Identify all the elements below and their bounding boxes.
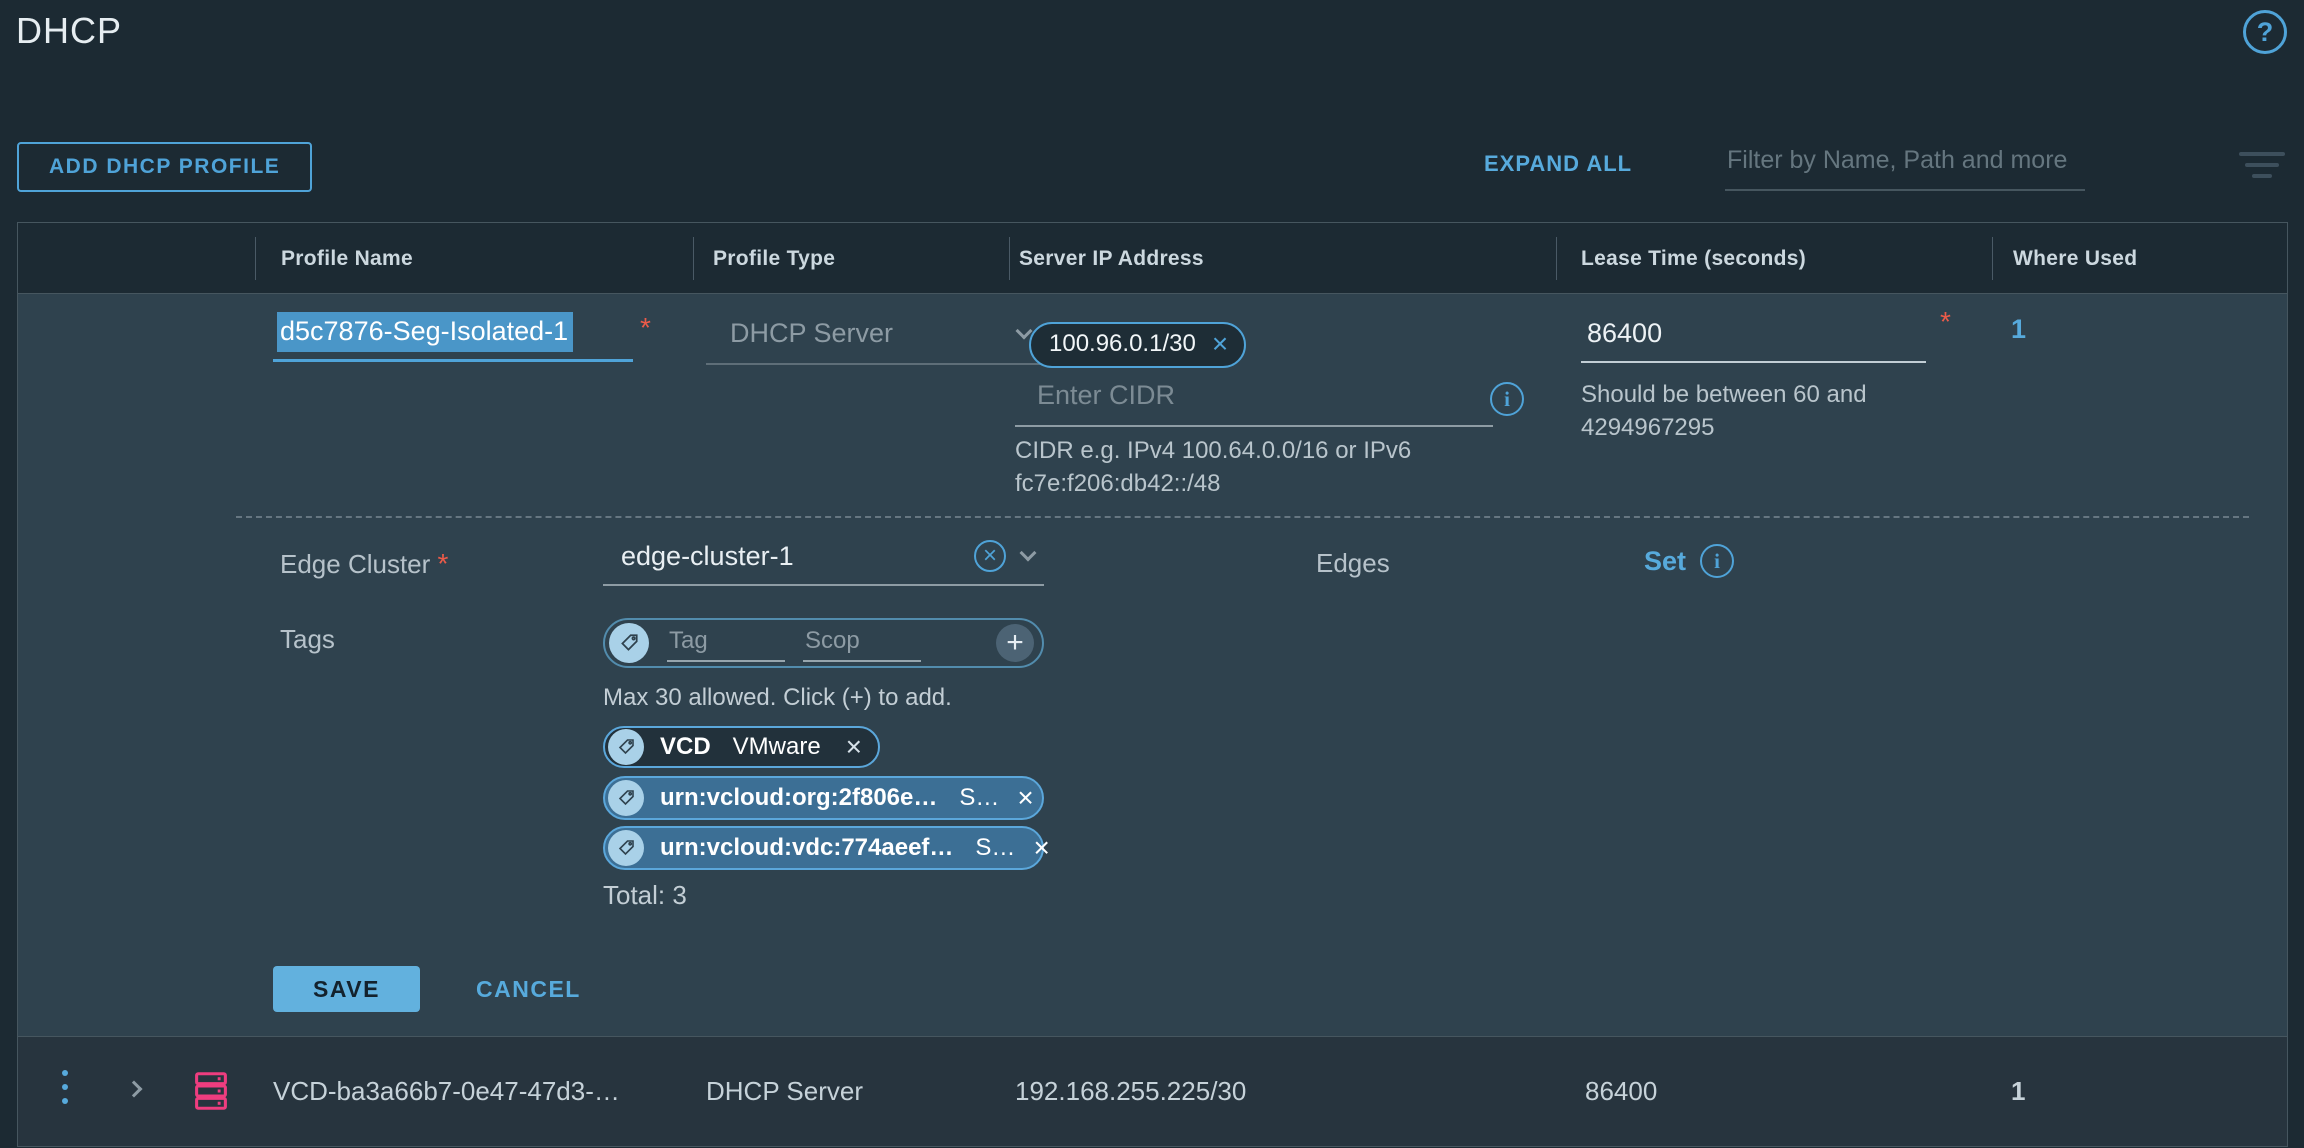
lease-time-hint: Should be between 60 and 4294967295 — [1581, 378, 1911, 444]
remove-tag-icon[interactable]: × — [1015, 834, 1049, 862]
cancel-button[interactable]: CANCEL — [476, 976, 581, 1003]
tag-chip-scope: S… — [959, 784, 999, 812]
column-separator — [1556, 237, 1557, 280]
dhcp-server-icon — [188, 1068, 234, 1119]
scope-input[interactable]: Scop — [803, 625, 921, 662]
tags-hint: Max 30 allowed. Click (+) to add. — [603, 684, 952, 712]
column-header-profile-type: Profile Type — [713, 223, 835, 294]
tag-input-group: Tag Scop + — [603, 618, 1044, 668]
column-header-where-used: Where Used — [2013, 223, 2137, 294]
column-header-server-ip: Server IP Address — [1019, 223, 1204, 294]
tag-chip-label: urn:vcloud:org:2f806e… — [660, 784, 937, 812]
table-row: VCD-ba3a66b7-0e47-47d3-… DHCP Server 192… — [18, 1037, 2287, 1146]
tag-chip: urn:vcloud:org:2f806e… S… × — [603, 776, 1044, 820]
tag-chip-scope: VMware — [733, 733, 821, 761]
edges-set-link[interactable]: Set — [1644, 546, 1686, 577]
profile-type-select[interactable]: DHCP Server — [706, 308, 1044, 365]
row-profile-name: VCD-ba3a66b7-0e47-47d3-… — [273, 1037, 620, 1146]
column-separator — [255, 237, 256, 280]
clear-selection-icon[interactable]: × — [974, 540, 1006, 572]
cidr-info-icon[interactable]: i — [1490, 382, 1524, 416]
add-dhcp-profile-button[interactable]: ADD DHCP PROFILE — [17, 142, 312, 192]
form-section-divider — [236, 516, 2249, 518]
expand-all-button[interactable]: EXPAND ALL — [1484, 151, 1632, 177]
required-asterisk: * — [1940, 306, 1951, 338]
edges-info-icon[interactable]: i — [1700, 544, 1734, 578]
edge-cluster-value: edge-cluster-1 — [621, 541, 794, 572]
row-expand-icon[interactable] — [126, 1081, 143, 1098]
dhcp-page: DHCP ? ADD DHCP PROFILE EXPAND ALL Profi… — [0, 0, 2304, 1148]
column-header-lease-time: Lease Time (seconds) — [1581, 223, 1806, 294]
add-tag-button[interactable]: + — [996, 624, 1034, 662]
edges-label: Edges — [1316, 548, 1390, 579]
profile-name-selected-text: d5c7876-Seg-Isolated-1 — [277, 312, 573, 352]
edit-profile-form: d5c7876-Seg-Isolated-1 * DHCP Server 100… — [18, 294, 2287, 1037]
filter-input[interactable] — [1725, 140, 2085, 191]
tag-icon — [608, 780, 644, 816]
tag-icon — [608, 729, 644, 765]
edge-cluster-select[interactable]: edge-cluster-1 × — [603, 536, 1044, 586]
remove-tag-icon[interactable]: × — [999, 784, 1033, 812]
row-server-ip: 192.168.255.225/30 — [1015, 1037, 1246, 1146]
tags-label: Tags — [280, 624, 335, 655]
row-lease-time: 86400 — [1585, 1037, 1657, 1146]
remove-cidr-icon[interactable]: × — [1212, 330, 1228, 358]
tag-icon — [608, 830, 644, 866]
filter-icon[interactable] — [2238, 152, 2286, 185]
help-glyph: ? — [2257, 17, 2274, 48]
tag-chip: VCD VMware × — [603, 726, 880, 768]
tag-chip-label: VCD — [660, 733, 711, 761]
column-separator — [1009, 237, 1010, 280]
profile-type-value: DHCP Server — [730, 318, 893, 349]
chevron-down-icon — [1020, 545, 1037, 562]
tag-icon — [609, 623, 649, 663]
dhcp-profiles-table: Profile Name Profile Type Server IP Addr… — [17, 222, 2288, 1147]
help-icon[interactable]: ? — [2243, 10, 2287, 54]
edge-cluster-label: Edge Cluster * — [280, 548, 448, 580]
column-header-profile-name: Profile Name — [281, 223, 413, 294]
cidr-hint: CIDR e.g. IPv4 100.64.0.0/16 or IPv6 fc7… — [1015, 434, 1485, 500]
where-used-link[interactable]: 1 — [2011, 314, 2026, 345]
lease-time-input[interactable]: 86400 — [1581, 308, 1926, 363]
tag-input[interactable]: Tag — [667, 625, 785, 662]
table-header: Profile Name Profile Type Server IP Addr… — [18, 223, 2287, 294]
page-title: DHCP — [16, 10, 122, 52]
column-separator — [1992, 237, 1993, 280]
row-menu-icon[interactable] — [56, 1070, 74, 1112]
server-ip-field: 100.96.0.1/30 × Enter CIDR — [1015, 322, 1493, 427]
remove-tag-icon[interactable]: × — [828, 733, 862, 761]
required-asterisk: * — [438, 548, 449, 579]
row-where-used-link[interactable]: 1 — [2011, 1037, 2025, 1146]
required-asterisk: * — [640, 312, 651, 344]
cidr-input[interactable]: Enter CIDR — [1015, 376, 1493, 427]
profile-name-input[interactable]: d5c7876-Seg-Isolated-1 — [273, 308, 633, 362]
tag-chip-scope: S… — [975, 834, 1015, 862]
column-separator — [693, 237, 694, 280]
server-ip-chip: 100.96.0.1/30 × — [1029, 322, 1246, 368]
row-profile-type: DHCP Server — [706, 1037, 863, 1146]
tags-total: Total: 3 — [603, 880, 687, 911]
tag-chip: urn:vcloud:vdc:774aeef… S… × — [603, 826, 1044, 870]
server-ip-chip-value: 100.96.0.1/30 — [1049, 330, 1196, 358]
save-button[interactable]: SAVE — [273, 966, 420, 1012]
tag-chip-label: urn:vcloud:vdc:774aeef… — [660, 834, 953, 862]
